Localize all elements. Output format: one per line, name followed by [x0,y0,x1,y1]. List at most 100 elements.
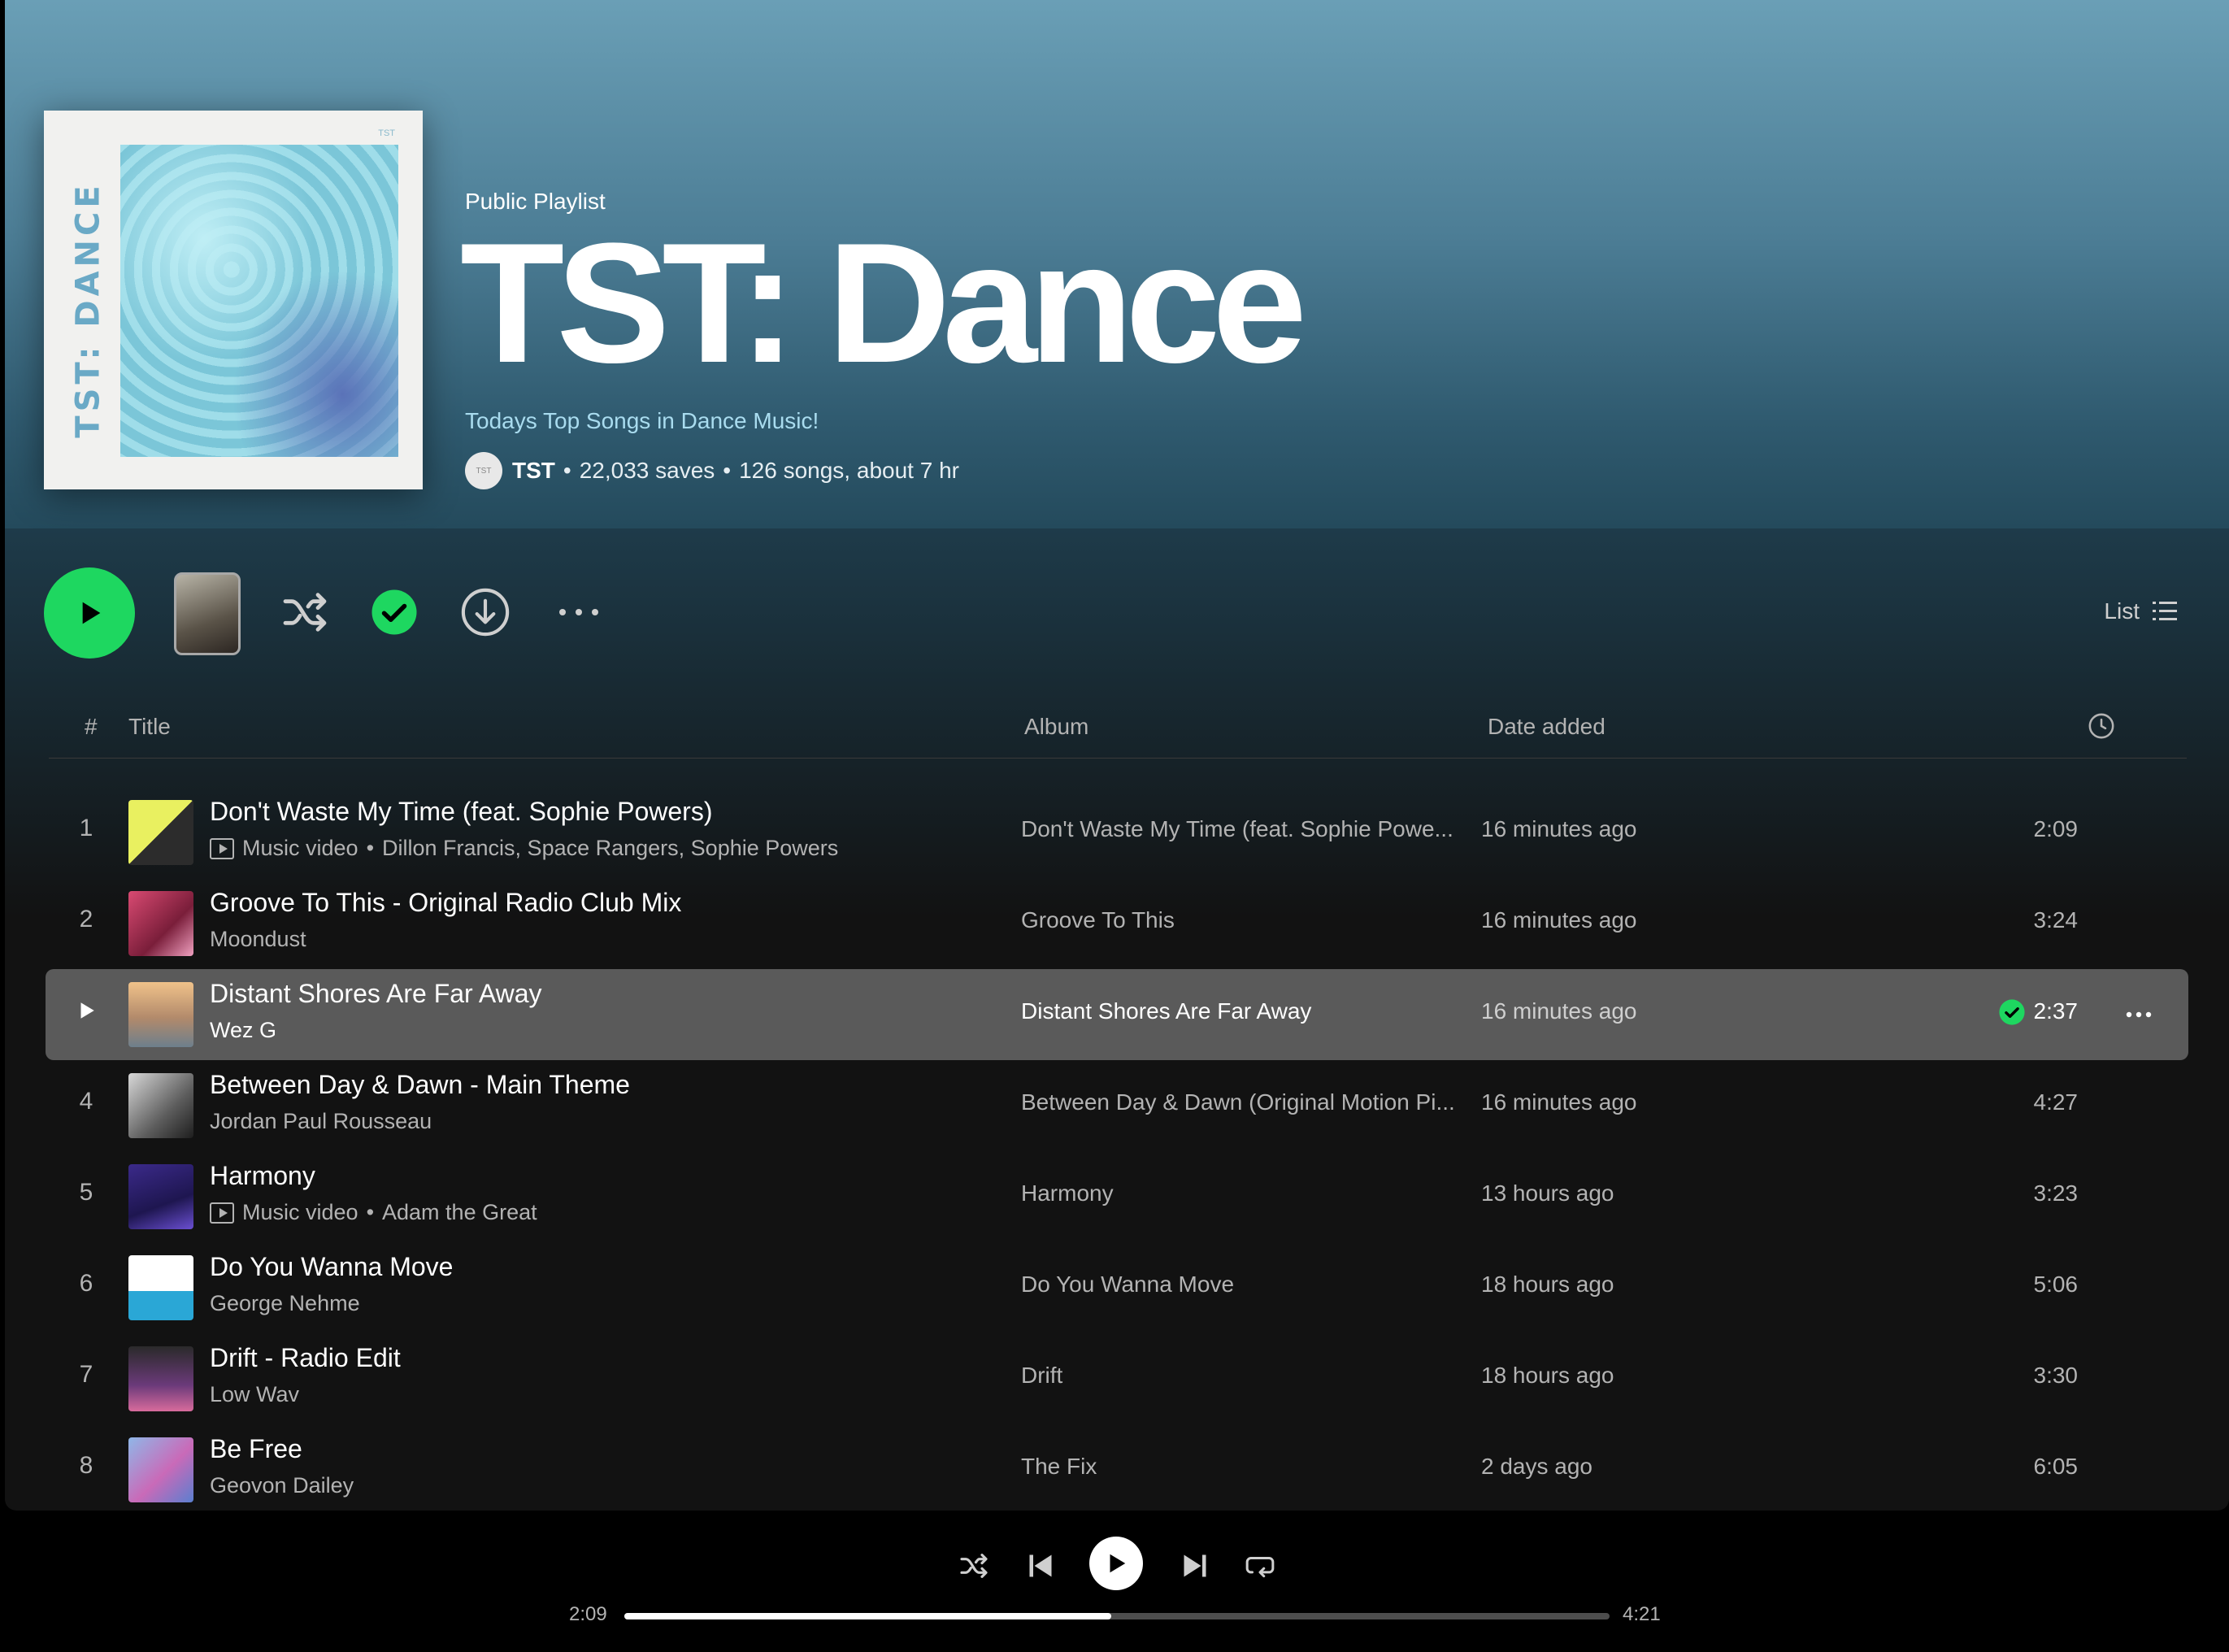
track-number: 6 [79,1270,93,1297]
player-play-button[interactable] [1089,1537,1143,1590]
artist-link[interactable]: Jordan Paul Rousseau [210,1109,432,1134]
track-date-added: 16 minutes ago [1481,1089,1637,1115]
track-artists: Jordan Paul Rousseau [210,1109,432,1134]
more-options-button[interactable] [550,592,608,633]
track-row[interactable]: Distant Shores Are Far Away Wez G Distant … [46,969,2188,1060]
track-number: 2 [79,906,93,933]
track-title[interactable]: Do You Wanna Move [210,1252,453,1282]
track-row[interactable]: 5 Harmony Music video • Adam the Great Harmon… [46,1151,2188,1242]
repeat-icon [1245,1556,1275,1578]
track-date-added: 18 hours ago [1481,1363,1614,1388]
artist-link[interactable]: Adam the Great [382,1200,537,1225]
track-artwork [128,982,193,1047]
header-duration[interactable] [2088,712,2115,746]
row-play-button[interactable] [46,997,127,1028]
track-artwork [128,1164,193,1229]
view-toggle-label: List [2104,598,2140,624]
track-album[interactable]: Between Day & Dawn (Original Motion Pi..… [1021,1089,1455,1115]
header-title[interactable]: Title [128,714,171,740]
track-album[interactable]: Harmony [1021,1180,1114,1206]
track-row[interactable]: 1 Don't Waste My Time (feat. Sophie Power… [46,787,2188,878]
track-artists: Music video • Adam the Great [210,1200,537,1225]
cover-vertical-text: TST: DANCE [70,181,107,438]
artist-link[interactable]: George Nehme [210,1291,360,1316]
track-duration: 3:30 [2033,1363,2079,1388]
track-album[interactable]: Do You Wanna Move [1021,1272,1234,1298]
cover-corner-text: TST [378,128,395,138]
owner-avatar[interactable]: TST [465,452,502,489]
track-artists: Wez G [210,1018,276,1043]
track-artwork [128,1255,193,1320]
music-video-label: Music video [242,1200,358,1224]
track-album[interactable]: Don't Waste My Time (feat. Sophie Powe..… [1021,816,1453,842]
download-button[interactable] [458,585,512,639]
track-title[interactable]: Groove To This - Original Radio Club Mix [210,888,681,918]
list-icon [2153,602,2177,620]
shuffle-icon [960,1554,988,1578]
play-button[interactable] [44,567,135,659]
track-album[interactable]: Groove To This [1021,907,1175,933]
row-more-button[interactable] [2125,1008,2153,1023]
progress-bar[interactable] [624,1613,1610,1619]
shuffle-icon [283,593,327,632]
playlist-meta: TST TST • 22,033 saves • 126 songs, abou… [465,452,959,489]
next-icon [1184,1554,1206,1577]
track-date-added: 2 days ago [1481,1454,1592,1479]
owner-name[interactable]: TST [512,458,555,484]
track-artwork [128,891,193,956]
track-row[interactable]: 6 Do You Wanna Move George Nehme Do You Wan… [46,1242,2188,1333]
header-date-added[interactable]: Date added [1488,714,1605,740]
artist-link[interactable]: Low Wav [210,1382,299,1407]
elapsed-time: 2:09 [569,1603,607,1625]
track-row[interactable]: 2 Groove To This - Original Radio Club Mi… [46,878,2188,969]
artist-link[interactable]: Geovon Dailey [210,1473,354,1498]
track-album[interactable]: Distant Shores Are Far Away [1021,998,1311,1024]
track-duration: 6:05 [2033,1454,2079,1479]
track-album[interactable]: The Fix [1021,1454,1097,1480]
track-title[interactable]: Between Day & Dawn - Main Theme [210,1070,630,1100]
artist-link[interactable]: Dillon Francis, Space Rangers, Sophie Po… [382,836,838,861]
track-date-added: 16 minutes ago [1481,998,1637,1024]
previous-icon [1029,1554,1052,1577]
header-number: # [85,714,98,739]
track-title[interactable]: Don't Waste My Time (feat. Sophie Powers… [210,797,712,827]
header-album[interactable]: Album [1024,714,1088,740]
playlist-header: TST: DANCE TST Public Playlist TST: Danc… [5,0,2229,528]
track-duration: 5:06 [2033,1272,2079,1297]
view-toggle[interactable]: List [2104,598,2177,624]
track-duration: 2:37 [2033,998,2079,1024]
track-number: 1 [79,815,93,841]
artist-separator: • [366,836,375,860]
artist-link[interactable]: Wez G [210,1018,276,1043]
shuffle-button[interactable] [276,584,333,641]
next-button[interactable] [1175,1546,1214,1585]
artist-link[interactable]: Moondust [210,927,306,952]
track-date-added: 18 hours ago [1481,1272,1614,1297]
saved-check-button[interactable] [367,585,421,639]
track-title[interactable]: Distant Shores Are Far Away [210,979,541,1009]
track-artwork [128,1346,193,1411]
track-album[interactable]: Drift [1021,1363,1062,1389]
track-artists: Low Wav [210,1382,299,1407]
play-icon [82,602,101,624]
track-number: 5 [79,1179,93,1206]
previous-button[interactable] [1021,1546,1060,1585]
player-shuffle-button[interactable] [954,1546,993,1585]
app-window: TST: DANCE TST Public Playlist TST: Danc… [5,0,2229,1511]
track-row[interactable]: 4 Between Day & Dawn - Main Theme Jordan P… [46,1060,2188,1151]
canvas-preview-button[interactable] [174,572,241,655]
track-row[interactable]: 7 Drift - Radio Edit Low Wav Drift 18 hours … [46,1333,2188,1424]
repeat-button[interactable] [1241,1546,1280,1585]
track-duration: 3:24 [2033,907,2079,933]
track-row[interactable]: 8 Be Free Geovon Dailey The Fix 2 days ago 6:… [46,1424,2188,1511]
saves-count: 22,033 saves [579,458,715,483]
track-title[interactable]: Harmony [210,1161,315,1191]
meta-separator: • [563,458,571,483]
playlist-description: Todays Top Songs in Dance Music! [465,408,819,433]
track-artwork [128,800,193,865]
track-title[interactable]: Be Free [210,1434,302,1464]
track-date-added: 16 minutes ago [1481,816,1637,841]
track-title[interactable]: Drift - Radio Edit [210,1343,401,1373]
track-duration: 4:27 [2033,1089,2079,1115]
playlist-cover[interactable]: TST: DANCE TST [44,111,423,489]
